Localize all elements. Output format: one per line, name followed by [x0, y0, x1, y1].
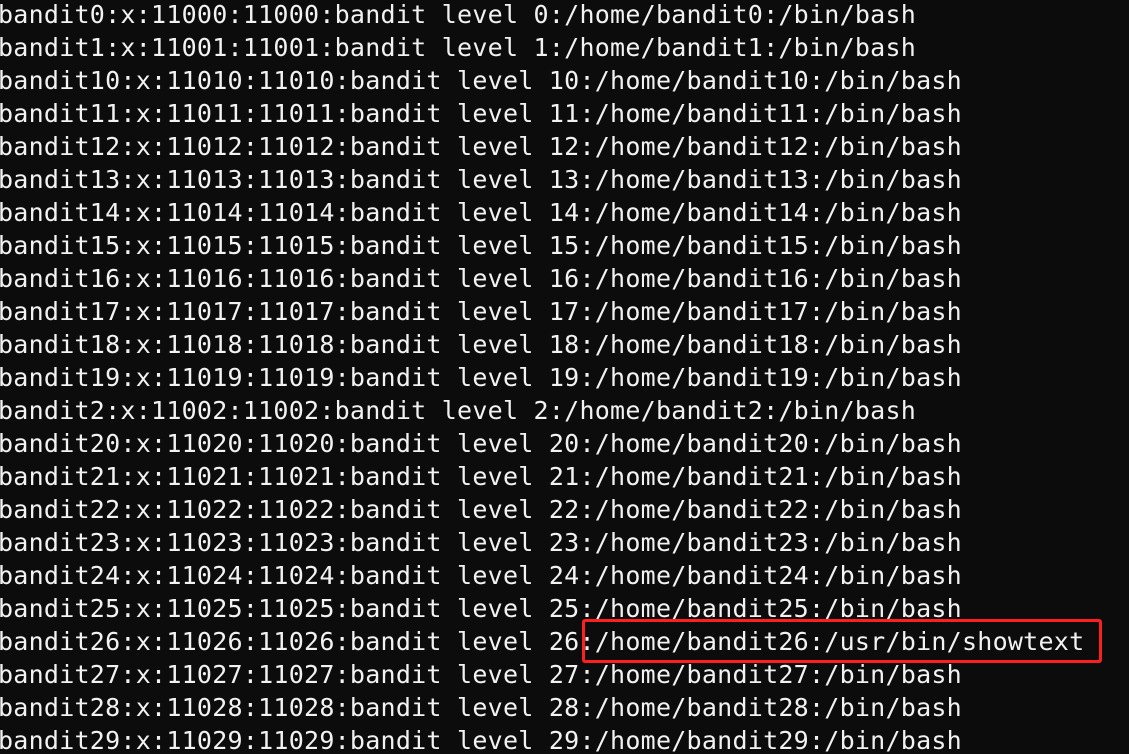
terminal-line: bandit23:x:11023:11023:bandit level 23:/… — [0, 528, 962, 557]
terminal-line: bandit20:x:11020:11020:bandit level 20:/… — [0, 429, 962, 458]
terminal-line: bandit22:x:11022:11022:bandit level 22:/… — [0, 495, 962, 524]
terminal-line: bandit24:x:11024:11024:bandit level 24:/… — [0, 561, 962, 590]
terminal-line: bandit1:x:11001:11001:bandit level 1:/ho… — [0, 33, 917, 62]
terminal-line: bandit2:x:11002:11002:bandit level 2:/ho… — [0, 396, 917, 425]
terminal-line: bandit28:x:11028:11028:bandit level 28:/… — [0, 693, 962, 722]
terminal-line: bandit16:x:11016:11016:bandit level 16:/… — [0, 264, 962, 293]
terminal-line: bandit14:x:11014:11014:bandit level 14:/… — [0, 198, 962, 227]
terminal-line: bandit12:x:11012:11012:bandit level 12:/… — [0, 132, 962, 161]
terminal-line: bandit25:x:11025:11025:bandit level 25:/… — [0, 594, 962, 623]
terminal-line: bandit29:x:11029:11029:bandit level 29:/… — [0, 726, 962, 754]
terminal-line: bandit13:x:11013:11013:bandit level 13:/… — [0, 165, 962, 194]
terminal-line: bandit0:x:11000:11000:bandit level 0:/ho… — [0, 0, 917, 29]
terminal-line: bandit15:x:11015:11015:bandit level 15:/… — [0, 231, 962, 260]
terminal-line: bandit17:x:11017:11017:bandit level 17:/… — [0, 297, 962, 326]
terminal-line: bandit10:x:11010:11010:bandit level 10:/… — [0, 66, 962, 95]
terminal-line: bandit21:x:11021:11021:bandit level 21:/… — [0, 462, 962, 491]
terminal-line: bandit18:x:11018:11018:bandit level 18:/… — [0, 330, 962, 359]
terminal-line: bandit19:x:11019:11019:bandit level 19:/… — [0, 363, 962, 392]
terminal-output: bandit0:x:11000:11000:bandit level 0:/ho… — [0, 0, 1084, 754]
terminal-window[interactable]: bandit0:x:11000:11000:bandit level 0:/ho… — [0, 0, 1129, 754]
terminal-line: bandit11:x:11011:11011:bandit level 11:/… — [0, 99, 962, 128]
terminal-line: bandit27:x:11027:11027:bandit level 27:/… — [0, 660, 962, 689]
terminal-line-highlighted: bandit26:x:11026:11026:bandit level 26:/… — [0, 627, 1085, 656]
